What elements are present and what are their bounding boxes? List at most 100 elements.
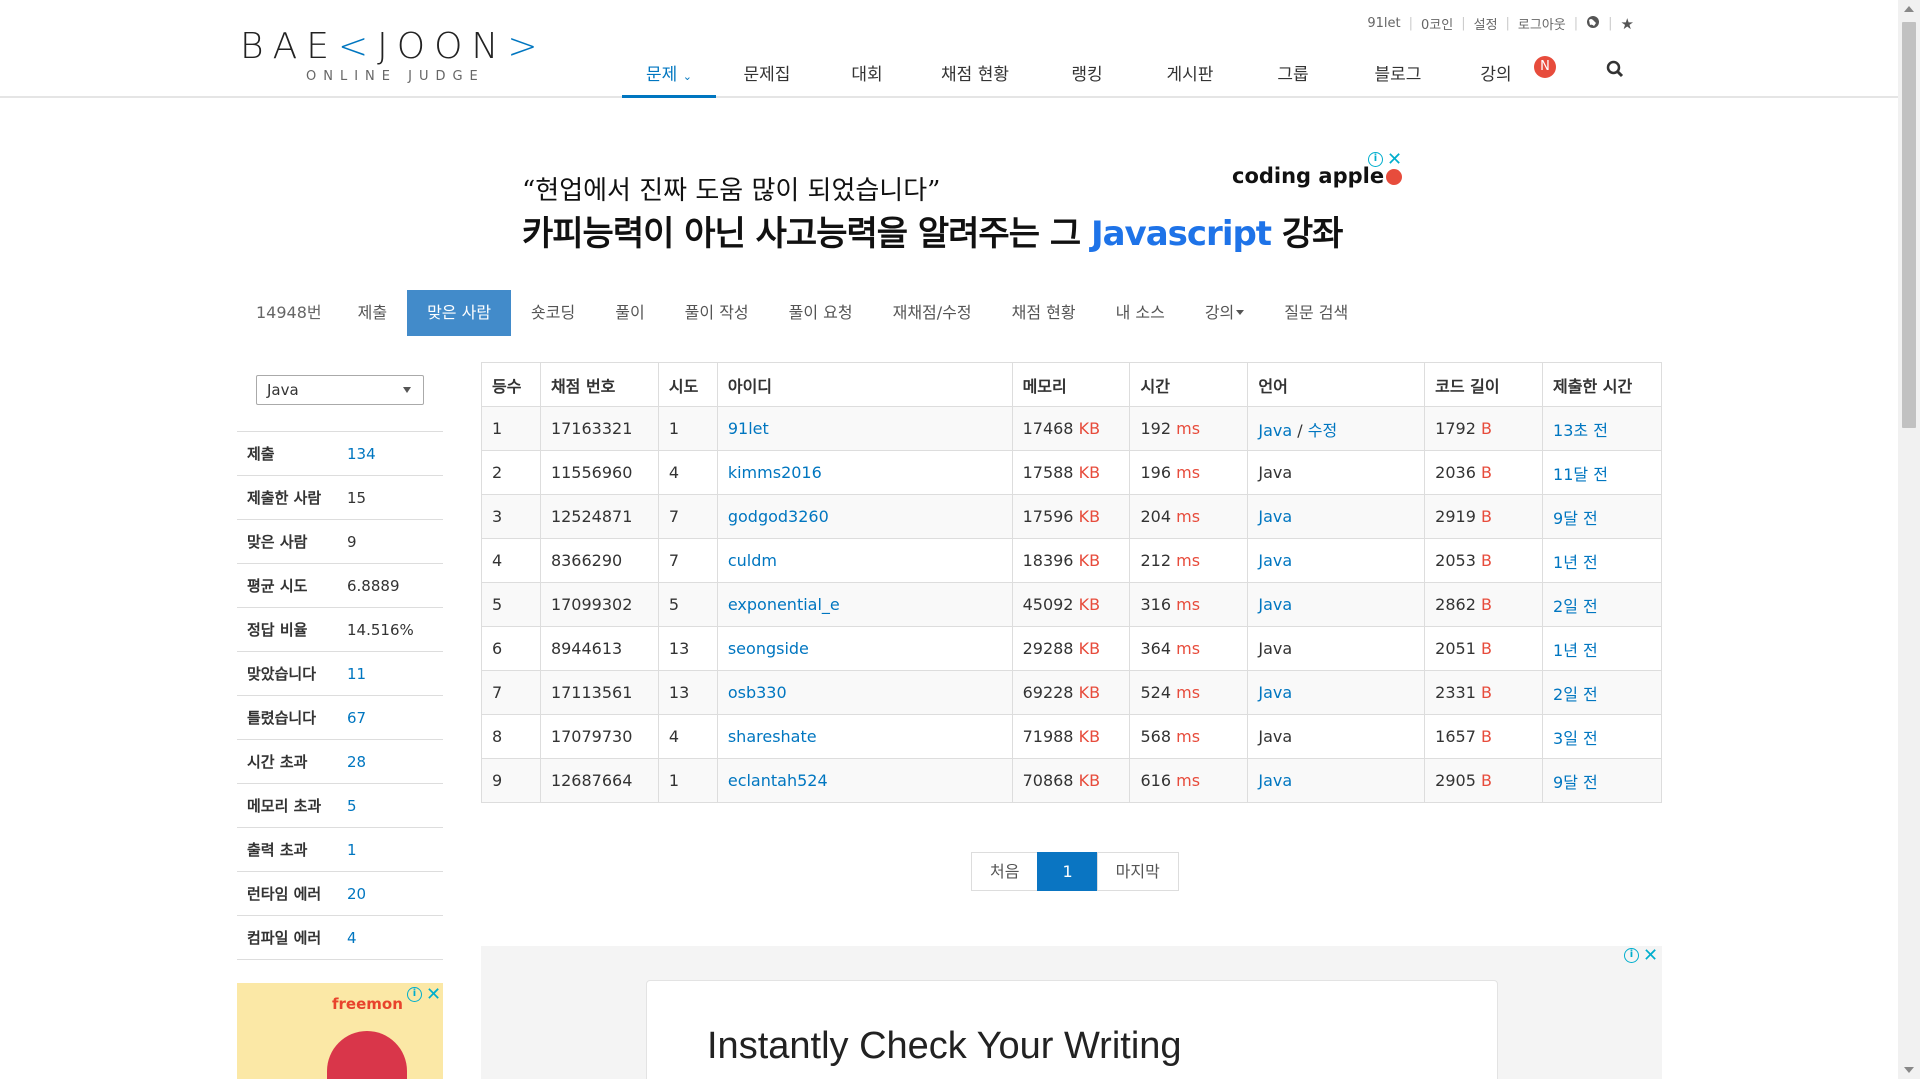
tab-accepted-users[interactable]: 맞은 사람 [407, 290, 512, 336]
tab-judge-status[interactable]: 채점 현황 [992, 290, 1096, 336]
stat-value[interactable]: 1 [347, 841, 357, 859]
cell-language: Java [1247, 626, 1426, 671]
page-scrollbar[interactable] [1898, 0, 1920, 1079]
cell-user-id: kimms2016 [716, 450, 1013, 495]
nav-blog[interactable]: 블로그 [1346, 52, 1450, 98]
logout-link[interactable]: 로그아웃 [1510, 14, 1574, 33]
page-first[interactable]: 처음 [971, 852, 1039, 891]
ad-close-icon[interactable]: ✕ [1387, 151, 1402, 169]
nav-workbooks[interactable]: 문제집 [716, 52, 818, 98]
nav-status[interactable]: 채점 현황 [916, 52, 1034, 98]
page-last[interactable]: 마지막 [1096, 852, 1179, 891]
memory-value: 17596 [1022, 507, 1074, 526]
submitted-at-link[interactable]: 2일 전 [1553, 685, 1598, 704]
stat-row: 런타임 에러 20 [237, 872, 443, 916]
user-link[interactable]: exponential_e [728, 595, 840, 614]
edit-link[interactable]: 수정 [1308, 421, 1337, 440]
tab-question-search[interactable]: 질문 검색 [1264, 290, 1368, 336]
code-length-value: 2331 [1435, 683, 1476, 702]
nav-lectures[interactable]: 강의 N [1450, 52, 1556, 98]
submitted-at-link[interactable]: 1년 전 [1553, 641, 1598, 660]
page-current[interactable]: 1 [1037, 852, 1098, 891]
language-select[interactable]: Java [256, 375, 424, 405]
submitted-at-link[interactable]: 3일 전 [1553, 729, 1598, 748]
language-link[interactable]: Java [1258, 551, 1292, 570]
language-link[interactable]: Java [1258, 507, 1292, 526]
time-unit: ms [1176, 551, 1201, 570]
user-link[interactable]: 91let [728, 419, 769, 438]
tab-request-solution[interactable]: 풀이 요청 [769, 290, 873, 336]
side-ad[interactable]: freemon i ✕ [237, 983, 443, 1079]
submitted-at-link[interactable]: 13초 전 [1553, 421, 1608, 440]
tab-problem-number[interactable]: 14948번 [240, 290, 338, 336]
ad-info-icon[interactable]: i [407, 987, 422, 1002]
ad-info-icon[interactable]: i [1624, 948, 1639, 963]
stat-value[interactable]: 5 [347, 797, 357, 815]
tab-solutions[interactable]: 풀이 [595, 290, 664, 336]
settings-link[interactable]: 설정 [1466, 14, 1506, 33]
code-length-value: 2919 [1435, 507, 1476, 526]
cell-code-length: 2862 B [1424, 582, 1544, 627]
submitted-at-link[interactable]: 11달 전 [1553, 465, 1608, 484]
table-row: 9 12687664 1 eclantah524 70868 KB 616 ms Java 2… [481, 758, 1662, 803]
language-link[interactable]: Java [1258, 595, 1292, 614]
user-link[interactable]: eclantah524 [728, 771, 828, 790]
scroll-up-icon[interactable] [1904, 6, 1914, 12]
language-link[interactable]: Java [1258, 683, 1292, 702]
time-unit: ms [1176, 595, 1201, 614]
star-icon[interactable]: ★ [1613, 15, 1642, 33]
code-length-unit: B [1480, 771, 1492, 790]
tab-submit[interactable]: 제출 [338, 290, 407, 336]
nav-problems[interactable]: 문제 ⌄ [622, 52, 716, 98]
user-link[interactable]: godgod3260 [728, 507, 829, 526]
cell-rank: 3 [481, 494, 541, 539]
memory-unit: KB [1078, 419, 1101, 438]
user-link[interactable]: seongside [728, 639, 809, 658]
user-link[interactable]: osb330 [728, 683, 787, 702]
language-link[interactable]: Java [1258, 771, 1292, 790]
user-link[interactable]: culdm [728, 551, 777, 570]
nav-ranking[interactable]: 랭킹 [1034, 52, 1140, 98]
user-link[interactable]: 91let [1359, 16, 1408, 31]
stat-value[interactable]: 28 [347, 753, 366, 771]
stat-value[interactable]: 4 [347, 929, 357, 947]
ad-info-icon[interactable]: i [1368, 152, 1383, 167]
cell-submitted-at: 1년 전 [1542, 538, 1662, 583]
stat-value[interactable]: 11 [347, 665, 366, 683]
coins-link[interactable]: 0코인 [1413, 14, 1461, 33]
tab-write-solution[interactable]: 풀이 작성 [665, 290, 769, 336]
submitted-at-link[interactable]: 2일 전 [1553, 597, 1598, 616]
tab-rejudge[interactable]: 재채점/수정 [873, 290, 992, 336]
memory-unit: KB [1078, 639, 1101, 658]
tab-my-source[interactable]: 내 소스 [1096, 290, 1185, 336]
scroll-down-icon[interactable] [1904, 1067, 1914, 1073]
language-link[interactable]: Java [1258, 421, 1292, 440]
code-length-value: 1657 [1435, 727, 1476, 746]
user-link[interactable]: kimms2016 [728, 463, 822, 482]
stat-value[interactable]: 67 [347, 709, 366, 727]
nav-contests[interactable]: 대회 [818, 52, 916, 98]
cell-memory: 71988 KB [1011, 714, 1131, 759]
cell-submitted-at: 13초 전 [1542, 406, 1662, 451]
logo[interactable]: BAE<JOON> ONLINE JUDGE [240, 26, 550, 84]
stat-value[interactable]: 20 [347, 885, 366, 903]
tab-lectures[interactable]: 강의 [1185, 290, 1264, 336]
submitted-at-link[interactable]: 9달 전 [1553, 773, 1598, 792]
tab-short-coding[interactable]: 숏코딩 [511, 290, 595, 336]
stat-value[interactable]: 134 [347, 445, 376, 463]
nav-board[interactable]: 게시판 [1140, 52, 1240, 98]
user-link[interactable]: shareshate [728, 727, 817, 746]
bottom-ad[interactable]: i ✕ Instantly Check Your Writing [481, 946, 1662, 1079]
top-ad-banner[interactable]: “현업에서 진짜 도움 많이 되었습니다” 카피능력이 아닌 사고능력을 알려주… [500, 148, 1650, 268]
ad-close-icon[interactable]: ✕ [1643, 947, 1658, 965]
globe-icon[interactable] [1578, 15, 1608, 33]
ad-close-icon[interactable]: ✕ [426, 986, 441, 1004]
submitted-at-link[interactable]: 1년 전 [1553, 553, 1598, 572]
time-unit: ms [1176, 683, 1201, 702]
nav-groups[interactable]: 그룹 [1240, 52, 1346, 98]
search-icon[interactable] [1606, 60, 1626, 80]
cell-time: 616 ms [1129, 758, 1249, 803]
submitted-at-link[interactable]: 9달 전 [1553, 509, 1598, 528]
cell-tries: 13 [657, 626, 718, 671]
scrollbar-thumb[interactable] [1902, 22, 1916, 428]
